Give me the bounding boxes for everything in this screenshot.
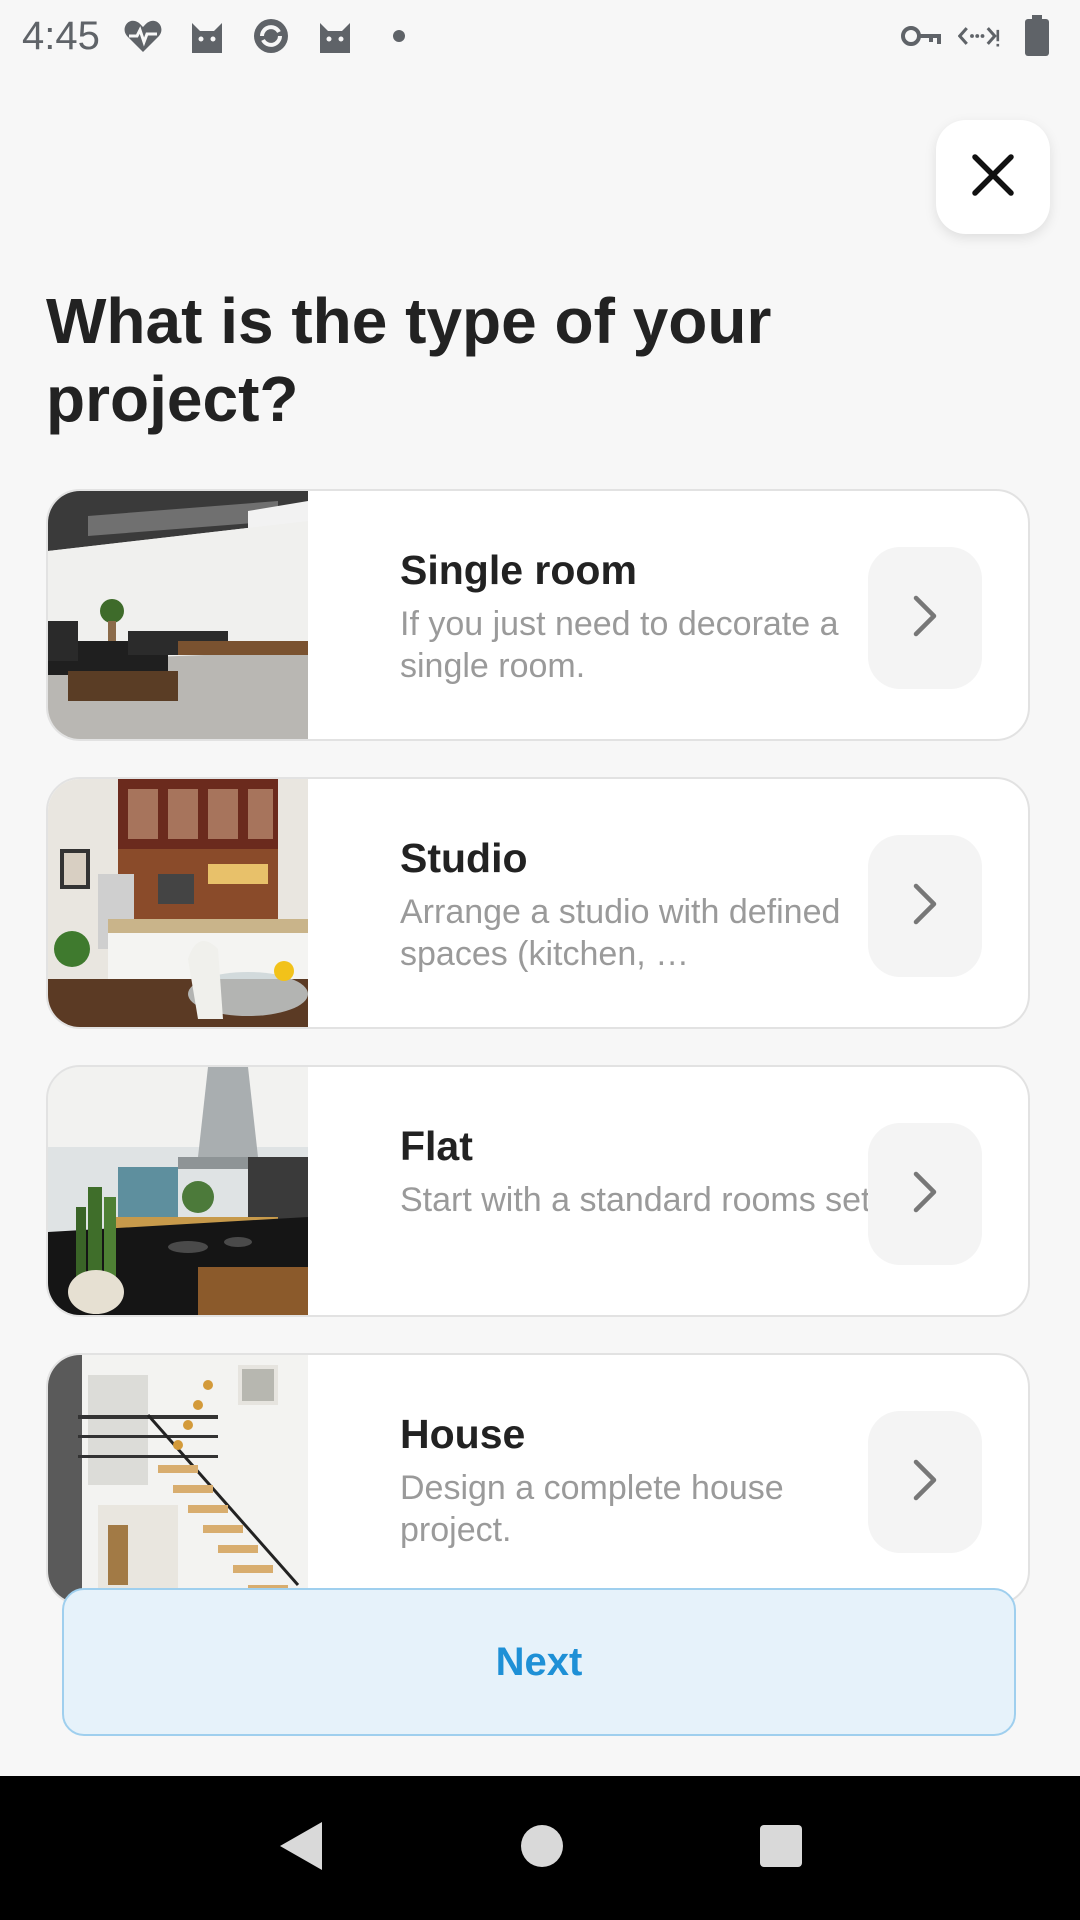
chevron-right-icon [910,882,940,931]
option-title: Flat [400,1123,473,1169]
chevron-right-icon [910,1170,940,1219]
close-button[interactable] [936,120,1050,234]
status-time: 4:45 [22,13,100,58]
option-title: House [400,1411,526,1457]
flat-photo [48,1067,308,1315]
page-title: What is the type of your project? [46,285,772,435]
cat-icon [186,15,228,57]
chevron-right-icon [910,1458,940,1507]
option-arrow-button[interactable] [868,835,982,977]
option-studio[interactable]: Studio Arrange a studio with defined spa… [46,777,1030,1029]
option-description: Arrange a studio with defined spaces (ki… [400,893,841,973]
single-room-photo [48,491,308,739]
option-single-room[interactable]: Single room If you just need to decorate… [46,489,1030,741]
option-description: Design a complete house project. [400,1469,784,1549]
option-description: Start with a standard rooms set. [400,1181,880,1219]
status-bar: 4:45 [0,0,1080,72]
option-text: Studio Arrange a studio with defined spa… [400,833,900,975]
option-text: Flat Start with a standard rooms set. [400,1121,900,1221]
close-icon [971,153,1015,202]
system-nav-bar [0,1776,1080,1920]
option-description: If you just need to decorate a single ro… [400,605,839,685]
battery-icon [1016,15,1058,57]
back-icon[interactable] [276,1818,326,1879]
status-left: 4:45 [22,14,420,59]
option-house[interactable]: House Design a complete house project. [46,1353,1030,1605]
option-title: Studio [400,835,528,881]
option-text: House Design a complete house project. [400,1409,900,1551]
chevron-right-icon [910,594,940,643]
option-arrow-button[interactable] [868,1411,982,1553]
house-photo [48,1355,308,1603]
option-flat[interactable]: Flat Start with a standard rooms set. [46,1065,1030,1317]
home-icon[interactable] [519,1823,565,1874]
option-arrow-button[interactable] [868,1123,982,1265]
option-arrow-button[interactable] [868,547,982,689]
cat-icon [314,15,356,57]
recents-icon[interactable] [758,1823,804,1874]
dot-icon [378,15,420,57]
option-title: Single room [400,547,637,593]
option-text: Single room If you just need to decorate… [400,545,900,687]
status-right [900,15,1058,57]
sync-icon [250,15,292,57]
heart-pulse-icon [122,15,164,57]
studio-photo [48,779,308,1027]
data-saver-icon [958,15,1000,57]
vpn-key-icon [900,15,942,57]
next-button[interactable]: Next [62,1588,1016,1736]
